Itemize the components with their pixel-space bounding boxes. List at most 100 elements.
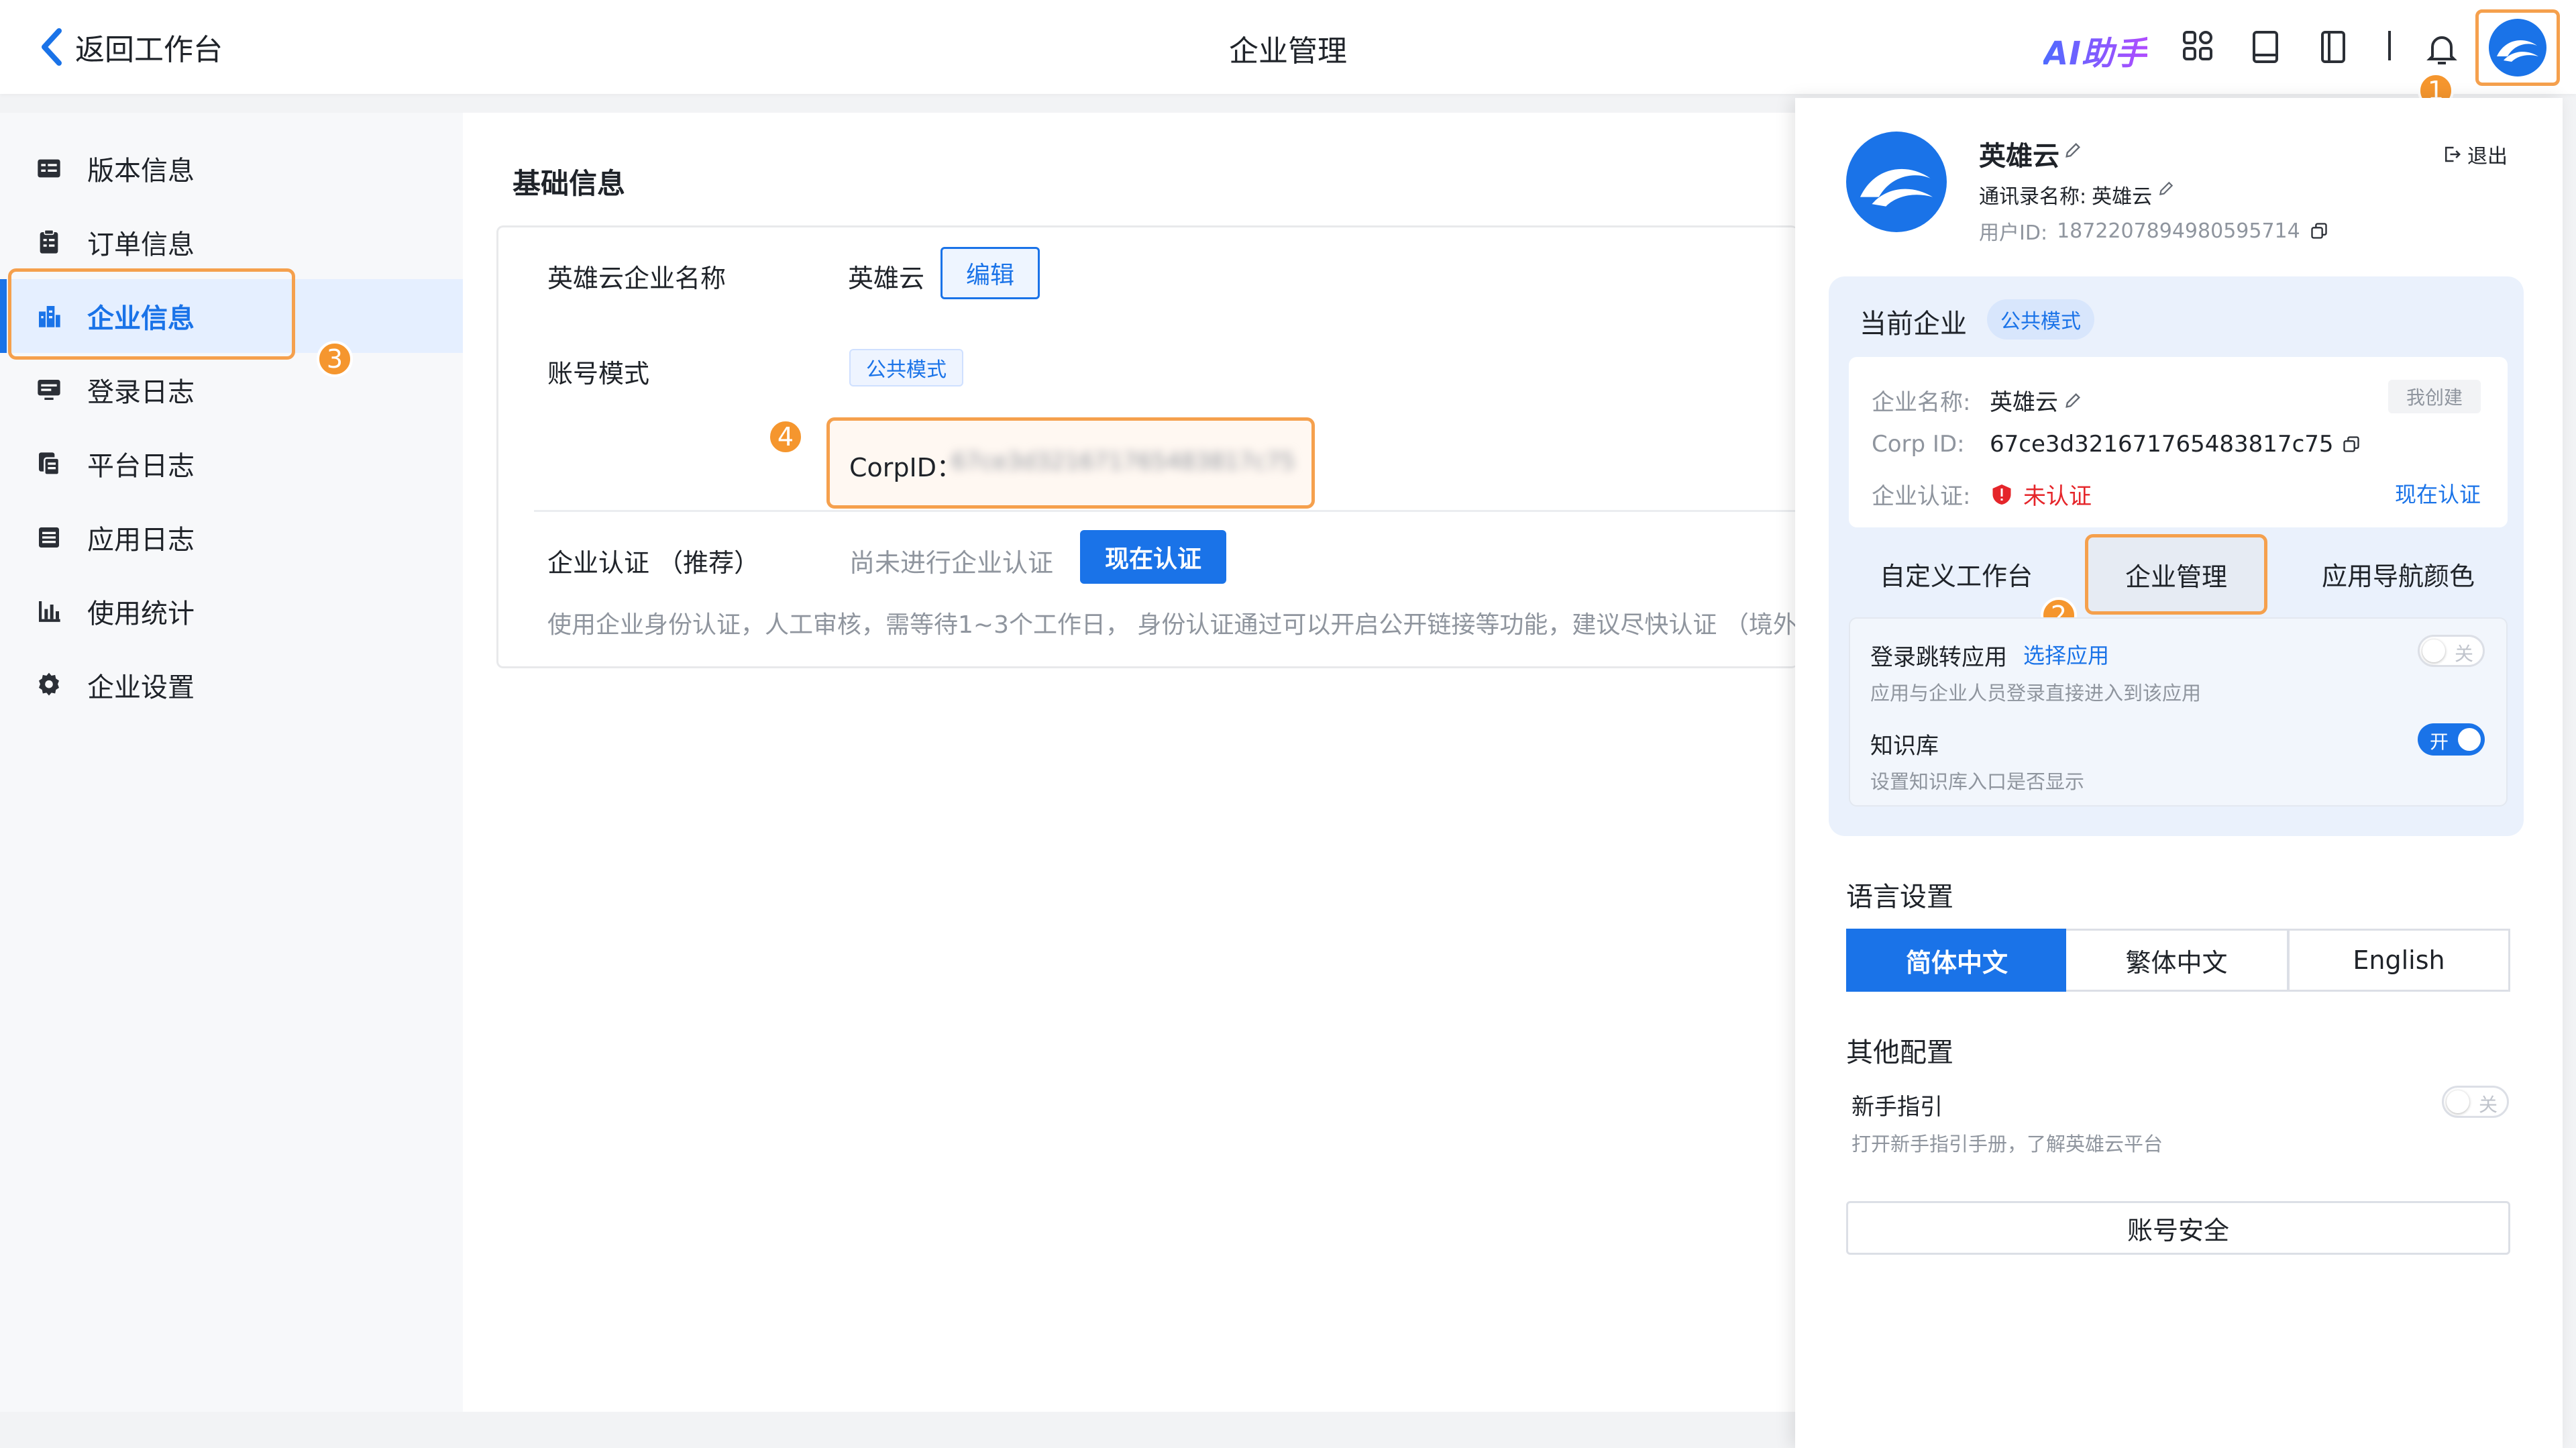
notebook-icon[interactable] <box>2316 30 2351 64</box>
knowledge-base-description: 设置知识库入口是否显示 <box>1870 770 2085 793</box>
logout-icon <box>2445 146 2461 162</box>
account-mode-label: 账号模式 <box>547 359 650 389</box>
user-id-label: 用户ID: <box>1979 221 2048 245</box>
toggle-knob <box>2458 728 2481 751</box>
company-cert-status: 尚未进行企业认证 <box>849 548 1054 578</box>
book-icon[interactable] <box>2249 30 2284 64</box>
other-config-title: 其他配置 <box>1846 1037 1953 1068</box>
basic-info-divider <box>534 510 1798 512</box>
sidebar-item-app-log[interactable]: 应用日志 <box>0 501 463 574</box>
brand-logo-icon <box>1860 168 1933 207</box>
knowledge-base-label: 知识库 <box>1870 733 1939 760</box>
toggle-knob <box>2422 639 2445 662</box>
sidebar-item-label: 登录日志 <box>87 377 195 408</box>
tab-company-management[interactable]: 企业管理 <box>2085 534 2267 615</box>
logout-label: 退出 <box>2467 145 2508 168</box>
highlight-box-company-info <box>8 268 295 360</box>
company-name-label-panel: 企业名称: <box>1872 389 1971 416</box>
bar-chart-icon <box>34 596 64 627</box>
created-by-me-tag: 我创建 <box>2388 380 2481 413</box>
account-security-button[interactable]: 账号安全 <box>1846 1201 2510 1255</box>
company-cert-label: 企业认证 （推荐） <box>547 548 760 578</box>
section-title-basic-info: 基础信息 <box>513 167 626 200</box>
user-id-value: 1872207894980595714 <box>2057 219 2300 243</box>
company-name-value-panel: 英雄云 <box>1990 389 2058 416</box>
step-badge-4: 4 <box>767 419 804 455</box>
select-app-link[interactable]: 选择应用 <box>2023 639 2109 672</box>
sidebar-item-label: 使用统计 <box>87 599 195 629</box>
monitor-icon <box>34 374 64 405</box>
beginner-guide-description: 打开新手指引手册，了解英雄云平台 <box>1851 1133 2163 1155</box>
sidebar-item-login-log[interactable]: 登录日志 <box>0 353 463 427</box>
language-settings-title: 语言设置 <box>1846 882 1953 913</box>
sidebar-item-label: 订单信息 <box>87 229 195 260</box>
certify-now-button[interactable]: 现在认证 <box>1080 530 1226 584</box>
sidebar-item-label: 企业设置 <box>87 672 195 703</box>
copy-icon[interactable] <box>2310 221 2328 240</box>
toolbar-divider <box>2388 31 2391 60</box>
beginner-guide-toggle[interactable]: 关 <box>2442 1086 2509 1118</box>
copy-icon[interactable] <box>2342 435 2361 454</box>
knowledge-base-toggle[interactable]: 开 <box>2418 723 2485 756</box>
apps-grid-icon[interactable] <box>2182 30 2216 64</box>
language-traditional-chinese[interactable]: 繁体中文 <box>2066 929 2289 992</box>
toggle-text: 关 <box>2478 1094 2498 1116</box>
sidebar-item-platform-log[interactable]: 平台日志 <box>0 427 463 501</box>
contact-name-value: 英雄云 <box>2092 185 2153 209</box>
order-icon <box>34 227 64 258</box>
language-simplified-chinese[interactable]: 简体中文 <box>1846 929 2068 992</box>
corp-id-label-panel: Corp ID: <box>1872 431 1965 458</box>
login-redirect-row: 登录跳转应用 选择应用 <box>1870 639 2109 672</box>
document-copy-icon <box>34 448 64 479</box>
language-english[interactable]: English <box>2288 929 2510 992</box>
ai-assistant-button[interactable]: AI助手 <box>2043 27 2147 74</box>
company-name-label: 英雄云企业名称 <box>547 264 727 293</box>
toggle-text: 开 <box>2430 731 2449 753</box>
beginner-guide-label: 新手指引 <box>1851 1094 1943 1121</box>
contact-name-label: 通讯录名称: <box>1979 185 2087 209</box>
panel-avatar <box>1846 132 1947 232</box>
list-icon <box>34 522 64 553</box>
tab-app-nav-color[interactable]: 应用导航颜色 <box>2288 537 2509 611</box>
toggle-text: 关 <box>2454 643 2473 665</box>
contact-name-row: 通讯录名称: 英雄云 <box>1979 180 2175 209</box>
login-redirect-toggle[interactable]: 关 <box>2418 635 2485 667</box>
tab-custom-workbench[interactable]: 自定义工作台 <box>1849 537 2063 611</box>
login-redirect-description: 应用与企业人员登录直接进入到该应用 <box>1870 682 2202 705</box>
cert-label-panel: 企业认证: <box>1872 483 1971 510</box>
edit-icon[interactable] <box>2157 180 2175 197</box>
user-id-row: 用户ID: 1872207894980595714 <box>1979 216 2328 246</box>
current-company-mode-tag: 公共模式 <box>1987 299 2094 340</box>
toggle-knob <box>2447 1090 2469 1113</box>
company-cert-description: 使用企业身份认证，人工审核，需等待1~3个工作日， 身份认证通过可以开启公开链接… <box>547 611 1798 639</box>
sidebar-item-label: 平台日志 <box>87 451 195 482</box>
sidebar-item-label: 应用日志 <box>87 525 195 556</box>
cert-status-row-panel: 未认证 <box>1990 478 2092 511</box>
corpid-label: CorpID： <box>849 453 962 482</box>
corp-id-row-panel: 67ce3d321671765483817c75 <box>1990 431 2361 458</box>
current-company-title: 当前企业 <box>1860 309 1967 340</box>
bell-icon[interactable] <box>2424 32 2459 67</box>
edit-icon[interactable] <box>2063 391 2082 410</box>
account-mode-tag: 公共模式 <box>849 349 963 386</box>
sidebar-item-version[interactable]: 版本信息 <box>0 132 463 205</box>
panel-user-name: 英雄云 <box>1979 141 2059 172</box>
sidebar-item-label: 版本信息 <box>87 156 195 187</box>
user-avatar-button[interactable] <box>2475 9 2560 86</box>
warning-shield-icon <box>1992 484 2011 505</box>
corpid-value-blurred: 67ce3d321671765483817c75 <box>951 448 1295 475</box>
cert-status-panel: 未认证 <box>2023 483 2092 510</box>
brand-logo-icon <box>2489 19 2546 76</box>
sidebar-item-company-settings[interactable]: 企业设置 <box>0 648 463 722</box>
company-name-row-panel: 英雄云 <box>1990 384 2082 417</box>
gear-icon <box>34 670 64 701</box>
certify-now-link[interactable]: 现在认证 <box>2395 478 2481 509</box>
sidebar-item-usage-stats[interactable]: 使用统计 <box>0 574 463 648</box>
version-icon <box>34 153 64 184</box>
company-name-value: 英雄云 <box>848 264 925 293</box>
edit-icon[interactable] <box>2063 141 2082 160</box>
login-redirect-label: 登录跳转应用 <box>1870 644 2007 671</box>
corp-id-value-panel: 67ce3d321671765483817c75 <box>1990 431 2334 458</box>
logout-button[interactable]: 退出 <box>2442 140 2508 169</box>
edit-company-name-button[interactable]: 编辑 <box>941 247 1040 299</box>
